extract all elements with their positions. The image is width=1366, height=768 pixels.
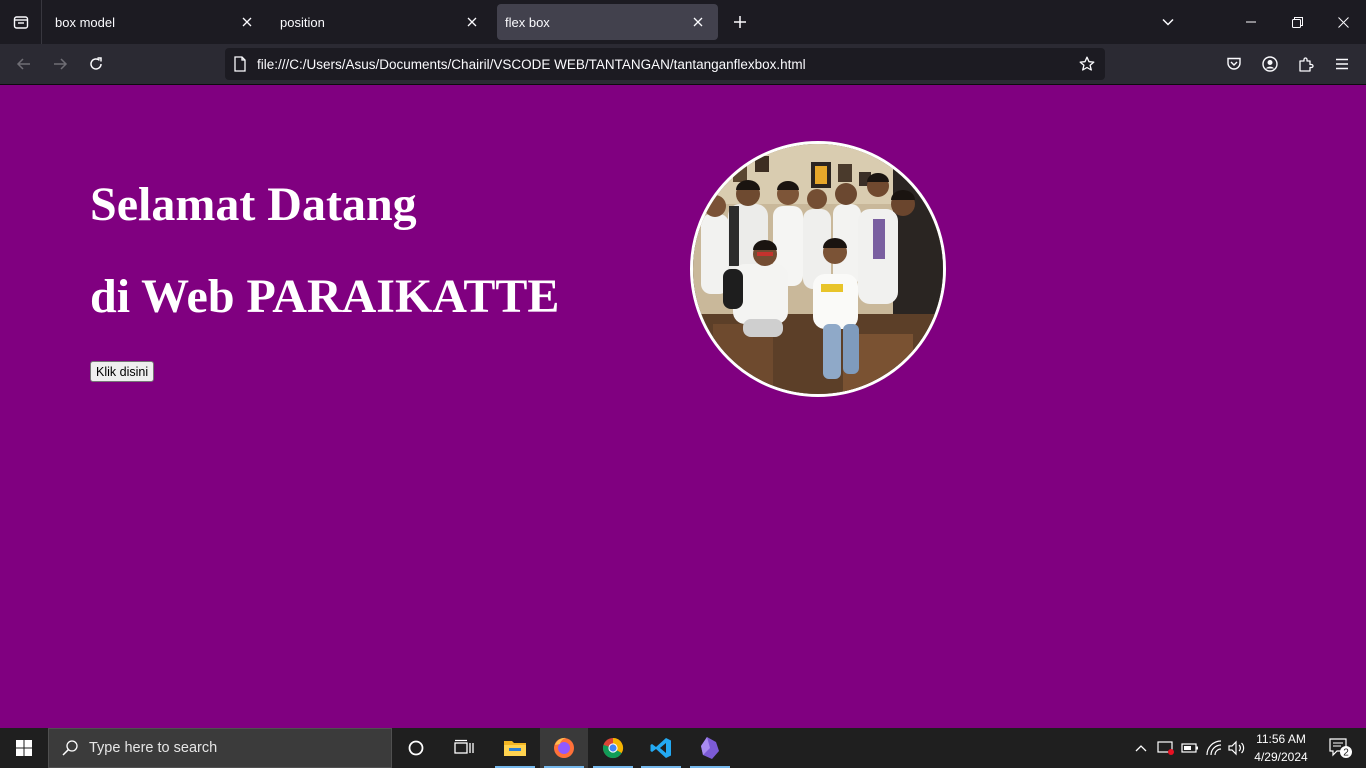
taskbar-app-file-explorer[interactable] bbox=[491, 728, 539, 768]
close-icon bbox=[242, 17, 252, 27]
tray-device-icon-button[interactable] bbox=[1154, 728, 1178, 768]
wifi-icon bbox=[1206, 740, 1222, 756]
tab-box-model[interactable]: box model bbox=[47, 4, 267, 40]
extensions-button[interactable] bbox=[1292, 50, 1320, 78]
page-viewport: Selamat Datang di Web PARAIKATTE Klik di… bbox=[0, 85, 1366, 728]
page-icon bbox=[234, 56, 246, 72]
restore-icon bbox=[1291, 16, 1303, 28]
close-icon bbox=[693, 17, 703, 27]
tab-close-button[interactable] bbox=[237, 12, 257, 32]
pocket-button[interactable] bbox=[1220, 50, 1248, 78]
chrome-icon bbox=[602, 737, 624, 759]
clock-date: 4/29/2024 bbox=[1254, 750, 1308, 764]
chevron-up-icon bbox=[1135, 745, 1147, 752]
firefox-view-icon bbox=[13, 16, 28, 29]
device-warning-icon bbox=[1157, 741, 1174, 755]
puzzle-icon bbox=[1299, 57, 1314, 72]
taskbar-search-box[interactable]: Type here to search bbox=[48, 728, 392, 768]
arrow-right-icon bbox=[54, 58, 68, 70]
account-icon bbox=[1262, 56, 1278, 72]
obsidian-icon bbox=[701, 737, 719, 759]
clock-time: 11:56 AM bbox=[1256, 732, 1306, 746]
battery-button[interactable] bbox=[1178, 728, 1202, 768]
firefox-icon bbox=[554, 737, 574, 758]
close-icon bbox=[1337, 16, 1349, 28]
task-view-button[interactable] bbox=[440, 728, 488, 768]
firefox-view-button[interactable] bbox=[0, 0, 42, 44]
close-icon bbox=[467, 17, 477, 27]
speaker-icon bbox=[1228, 740, 1245, 756]
search-placeholder: Type here to search bbox=[89, 740, 218, 756]
welcome-heading: Selamat Datang bbox=[90, 178, 417, 231]
app-menu-button[interactable] bbox=[1328, 50, 1356, 78]
pocket-icon bbox=[1227, 57, 1241, 70]
volume-button[interactable] bbox=[1226, 728, 1248, 768]
group-photo bbox=[690, 141, 946, 397]
task-view-icon bbox=[454, 739, 474, 754]
battery-icon bbox=[1181, 743, 1198, 753]
tab-label: box model bbox=[55, 14, 115, 30]
address-bar[interactable]: file:///C:/Users/Asus/Documents/Chairil/… bbox=[225, 48, 1105, 80]
hamburger-menu-icon bbox=[1336, 58, 1348, 70]
windows-taskbar: Type here to search 11:56 AM 4/29/2024 2 bbox=[0, 728, 1366, 768]
close-window-button[interactable] bbox=[1320, 0, 1366, 44]
vscode-icon bbox=[650, 738, 671, 758]
group-photo-image bbox=[693, 144, 943, 394]
restore-button[interactable] bbox=[1274, 0, 1320, 44]
url-text[interactable]: file:///C:/Users/Asus/Documents/Chairil/… bbox=[257, 57, 806, 72]
file-explorer-icon bbox=[504, 741, 526, 756]
reload-icon bbox=[90, 57, 102, 70]
taskbar-app-chrome[interactable] bbox=[589, 728, 637, 768]
taskbar-clock[interactable]: 11:56 AM 4/29/2024 bbox=[1248, 730, 1314, 766]
show-hidden-icons-button[interactable] bbox=[1130, 728, 1152, 768]
minimize-icon bbox=[1246, 21, 1256, 23]
search-icon bbox=[62, 740, 78, 756]
minimize-button[interactable] bbox=[1228, 0, 1274, 44]
account-button[interactable] bbox=[1256, 50, 1284, 78]
notification-count: 2 bbox=[1343, 748, 1349, 759]
site-name-heading: di Web PARAIKATTE bbox=[90, 270, 560, 323]
navigation-toolbar: file:///C:/Users/Asus/Documents/Chairil/… bbox=[0, 44, 1366, 85]
tab-flex-box[interactable]: flex box bbox=[497, 4, 718, 40]
hero-text: Selamat Datang di Web PARAIKATTE bbox=[90, 177, 559, 325]
tab-label: position bbox=[280, 14, 325, 30]
start-button[interactable] bbox=[0, 728, 48, 768]
windows-logo-icon bbox=[16, 740, 32, 756]
forward-button[interactable] bbox=[46, 50, 74, 78]
new-tab-button[interactable] bbox=[728, 10, 752, 34]
tab-strip: box model position flex box bbox=[0, 0, 1366, 44]
tab-close-button[interactable] bbox=[462, 12, 482, 32]
network-button[interactable] bbox=[1202, 728, 1226, 768]
cortana-button[interactable] bbox=[392, 728, 440, 768]
plus-icon bbox=[734, 16, 746, 28]
list-all-tabs-button[interactable] bbox=[1156, 10, 1180, 34]
taskbar-app-obsidian[interactable] bbox=[686, 728, 734, 768]
back-button[interactable] bbox=[10, 50, 38, 78]
click-here-button[interactable]: Klik disini bbox=[90, 361, 155, 382]
tab-position[interactable]: position bbox=[272, 4, 492, 40]
star-icon bbox=[1079, 56, 1095, 71]
tab-close-button[interactable] bbox=[688, 12, 708, 32]
cortana-icon bbox=[408, 740, 424, 756]
bookmark-button[interactable] bbox=[1075, 52, 1099, 76]
arrow-left-icon bbox=[16, 58, 30, 70]
reload-button[interactable] bbox=[82, 50, 110, 78]
action-center-button[interactable]: 2 bbox=[1318, 728, 1362, 768]
taskbar-app-vscode[interactable] bbox=[637, 728, 685, 768]
tab-label: flex box bbox=[505, 14, 550, 30]
notification-icon: 2 bbox=[1329, 738, 1352, 759]
taskbar-app-firefox[interactable] bbox=[540, 728, 588, 768]
chevron-down-icon bbox=[1162, 18, 1174, 26]
